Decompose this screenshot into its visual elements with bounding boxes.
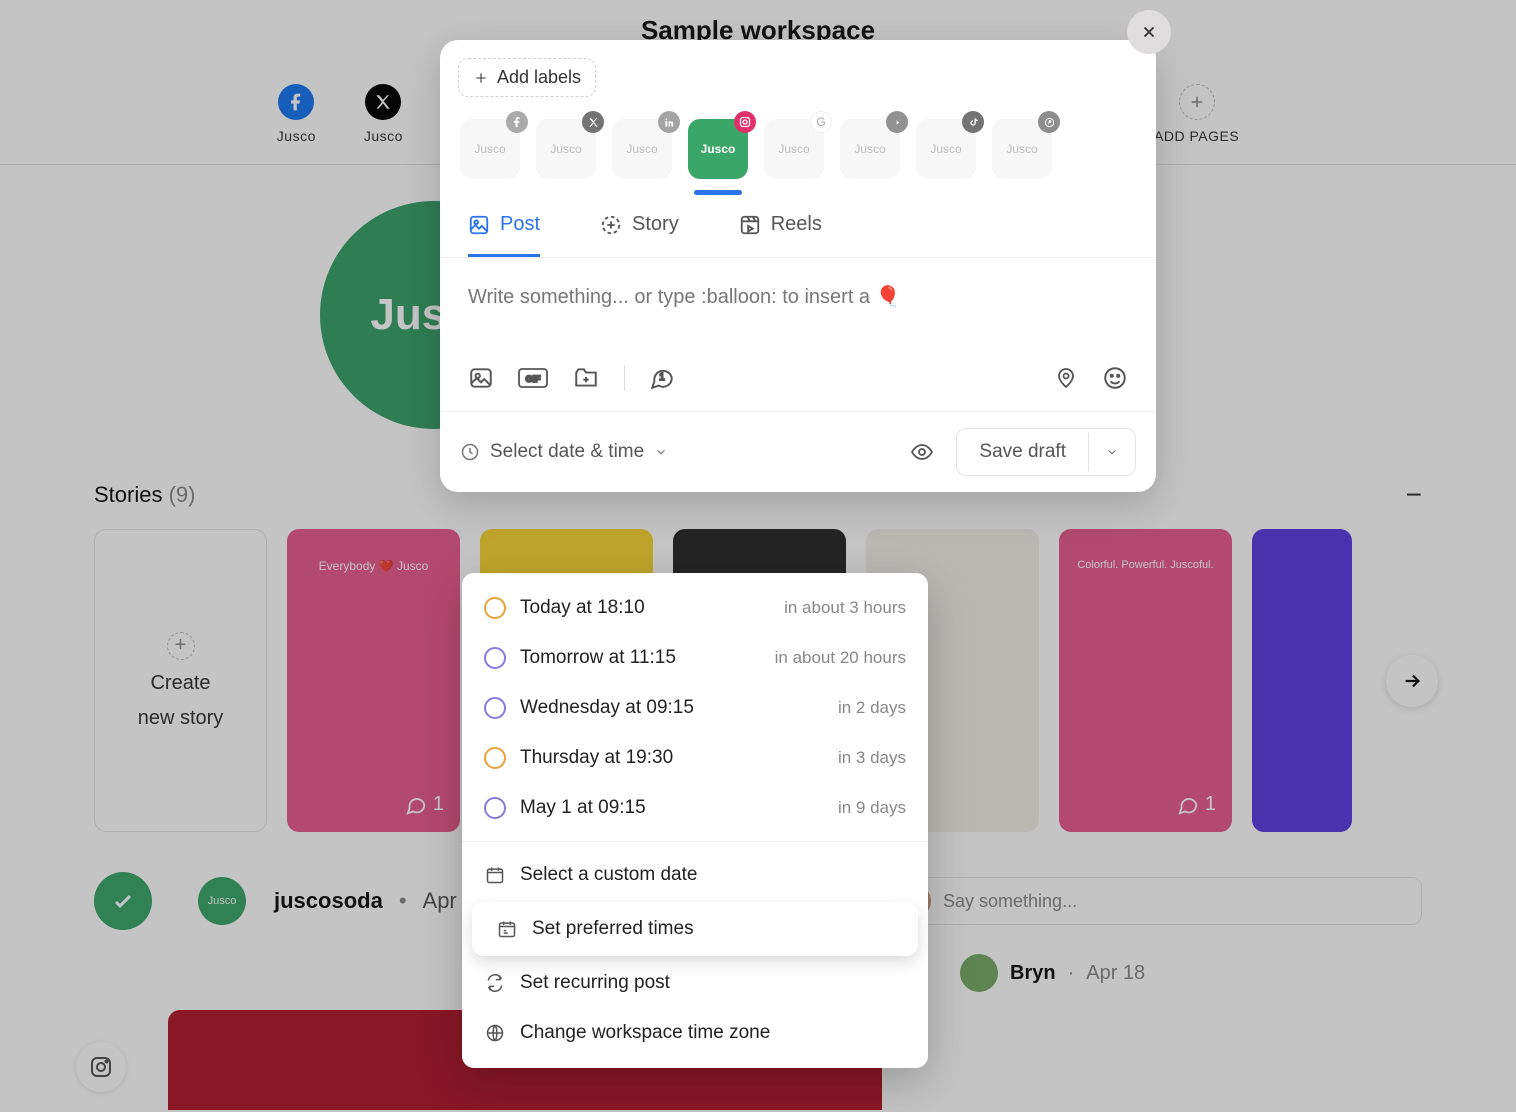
compose-textarea[interactable]: Write something... or type :balloon: to … (440, 258, 1156, 321)
suggestion-label: Tomorrow at 11:15 (520, 647, 676, 669)
divider (462, 841, 928, 842)
pinterest-icon (1038, 111, 1060, 133)
channel-google[interactable]: Jusco G (764, 119, 824, 179)
select-date-button[interactable]: Select date & time (460, 441, 668, 463)
folder-icon[interactable] (572, 365, 600, 391)
channel-row: Jusco Jusco Jusco Jusco Jusco G (440, 97, 1156, 179)
composer-modal: Add labels Jusco Jusco Jusco Jusco (440, 40, 1156, 492)
tab-reels[interactable]: Reels (739, 213, 822, 257)
suggestion-label: May 1 at 09:15 (520, 797, 646, 819)
suggestion-label: Thursday at 19:30 (520, 747, 673, 769)
clock-icon (484, 747, 506, 769)
timezone-button[interactable]: Change workspace time zone (462, 1008, 928, 1058)
suggestion-relative: in 3 days (838, 748, 906, 768)
channel-facebook[interactable]: Jusco (460, 119, 520, 179)
globe-icon (484, 1022, 506, 1044)
channel-x[interactable]: Jusco (536, 119, 596, 179)
tiktok-icon (962, 111, 984, 133)
image-icon[interactable] (468, 365, 494, 391)
add-labels-text: Add labels (497, 67, 581, 88)
date-suggestion[interactable]: Wednesday at 09:15 in 2 days (462, 683, 928, 733)
suggestion-relative: in 9 days (838, 798, 906, 818)
chevron-down-icon[interactable] (1088, 433, 1135, 471)
custom-date-label: Select a custom date (520, 864, 697, 886)
svg-text:1: 1 (659, 372, 664, 383)
preferred-times-button[interactable]: Set preferred times (474, 904, 916, 954)
preferred-times-label: Set preferred times (532, 918, 694, 940)
clock-icon (484, 697, 506, 719)
recurring-button[interactable]: Set recurring post (462, 958, 928, 1008)
calendar-icon (484, 864, 506, 886)
suggestion-relative: in about 20 hours (775, 648, 906, 668)
clock-icon (484, 647, 506, 669)
linkedin-icon (658, 111, 680, 133)
facebook-icon (506, 111, 528, 133)
tab-label: Story (632, 213, 679, 236)
date-suggestion[interactable]: Tomorrow at 11:15 in about 20 hours (462, 633, 928, 683)
svg-text:GIF: GIF (526, 374, 542, 384)
channel-instagram[interactable]: Jusco (688, 119, 748, 179)
comment-count-icon[interactable]: 1 (649, 365, 675, 391)
date-suggestion[interactable]: Thursday at 19:30 in 3 days (462, 733, 928, 783)
location-icon[interactable] (1054, 366, 1078, 390)
emoji-icon[interactable] (1102, 365, 1128, 391)
tab-post[interactable]: Post (468, 213, 540, 257)
tab-story[interactable]: Story (600, 213, 679, 257)
suggestion-label: Wednesday at 09:15 (520, 697, 694, 719)
channel-tiktok[interactable]: Jusco (916, 119, 976, 179)
google-icon: G (810, 111, 832, 133)
youtube-icon (886, 111, 908, 133)
compose-toolbar: GIF 1 (440, 321, 1156, 412)
channel-youtube[interactable]: Jusco (840, 119, 900, 179)
suggestion-label: Today at 18:10 (520, 597, 645, 619)
clock-icon (484, 797, 506, 819)
chevron-down-icon (654, 445, 668, 459)
composer-footer: Select date & time Save draft (440, 412, 1156, 492)
save-draft-label: Save draft (957, 429, 1088, 475)
clock-icon (484, 597, 506, 619)
date-suggestion[interactable]: May 1 at 09:15 in 9 days (462, 783, 928, 833)
recurring-label: Set recurring post (520, 972, 670, 994)
tab-label: Reels (771, 213, 822, 236)
channel-pinterest[interactable]: Jusco (992, 119, 1052, 179)
calendar-settings-icon (496, 918, 518, 940)
close-button[interactable] (1127, 10, 1171, 54)
composer-tabs: Post Story Reels (440, 179, 1156, 258)
channel-linkedin[interactable]: Jusco (612, 119, 672, 179)
date-suggestion[interactable]: Today at 18:10 in about 3 hours (462, 583, 928, 633)
add-labels-button[interactable]: Add labels (458, 58, 596, 97)
date-dropdown: Today at 18:10 in about 3 hours Tomorrow… (462, 573, 928, 1068)
instagram-icon (734, 111, 756, 133)
active-indicator (694, 190, 742, 195)
save-draft-button[interactable]: Save draft (956, 428, 1136, 476)
tab-label: Post (500, 213, 540, 236)
select-date-label: Select date & time (490, 441, 644, 463)
x-icon (582, 111, 604, 133)
custom-date-button[interactable]: Select a custom date (462, 850, 928, 900)
recurring-icon (484, 972, 506, 994)
compose-placeholder: Write something... or type :balloon: to … (468, 284, 1128, 309)
preview-icon[interactable] (910, 440, 934, 464)
timezone-label: Change workspace time zone (520, 1022, 770, 1044)
divider (624, 365, 625, 391)
gif-icon[interactable]: GIF (518, 366, 548, 390)
suggestion-relative: in 2 days (838, 698, 906, 718)
suggestion-relative: in about 3 hours (784, 598, 906, 618)
